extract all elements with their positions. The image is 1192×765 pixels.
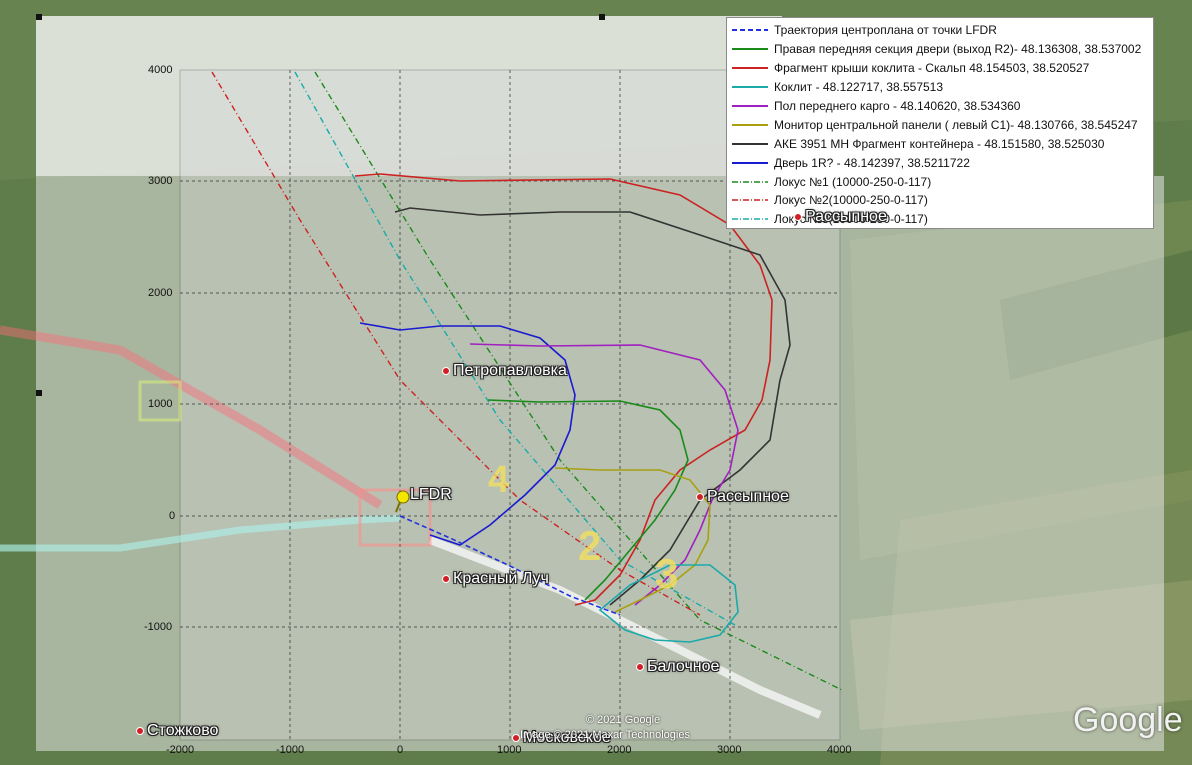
legend-swatch-icon bbox=[732, 180, 768, 183]
legend-swatch-icon bbox=[732, 29, 768, 32]
x-tick-minus-2000: -2000 bbox=[166, 744, 195, 756]
legend-label: АКЕ 3951 МН Фрагмент контейнера - 48.151… bbox=[774, 136, 1105, 151]
legend-item: Фрагмент крыши коклита - Скальп 48.15450… bbox=[732, 59, 1153, 78]
attribution-maxar: Image © 2021 Maxar Technologies bbox=[520, 729, 690, 741]
place-dot-icon bbox=[136, 726, 144, 735]
place-rassypnoe-top[interactable]: Рассыпное bbox=[794, 208, 887, 226]
legend-swatch-icon bbox=[732, 67, 768, 70]
google-logo: Google bbox=[1073, 701, 1183, 739]
legend-item: Локус №1 (10000-250-0-117) bbox=[732, 172, 1153, 191]
legend-label: Правая передняя секция двери (выход R2)-… bbox=[774, 42, 1142, 57]
place-dot-icon bbox=[442, 574, 450, 583]
marker-number-2: 3 bbox=[655, 550, 678, 597]
x-tick-3000: 3000 bbox=[717, 744, 742, 756]
place-lfdr[interactable]: LFDR bbox=[410, 486, 452, 504]
place-krasny-luch[interactable]: Красный Луч bbox=[442, 570, 549, 588]
legend-swatch-icon bbox=[732, 86, 768, 89]
legend: Траектория центроплана от точки LFDR Пра… bbox=[726, 17, 1154, 229]
y-tick-0: 0 bbox=[169, 510, 176, 522]
place-label: Рассыпное bbox=[707, 488, 789, 505]
resize-handle-ml[interactable] bbox=[36, 390, 42, 396]
legend-swatch-icon bbox=[732, 199, 768, 202]
legend-item: Коклит - 48.122717, 38.557513 bbox=[732, 78, 1153, 97]
place-dot-icon bbox=[794, 212, 802, 221]
y-tick-4000: 4000 bbox=[148, 64, 173, 76]
x-tick-minus-1000: -1000 bbox=[276, 744, 305, 756]
place-label: Балочное bbox=[647, 658, 720, 675]
place-label: Петропавловка bbox=[453, 362, 567, 379]
x-tick-0: 0 bbox=[397, 744, 404, 756]
legend-label: Коклит - 48.122717, 38.557513 bbox=[774, 80, 944, 95]
y-tick-2000: 2000 bbox=[148, 287, 173, 299]
place-petropavlovka[interactable]: Петропавловка bbox=[442, 362, 567, 380]
place-label: LFDR bbox=[410, 486, 452, 503]
y-tick-minus-1000: -1000 bbox=[144, 621, 173, 633]
marker-number-3: 4 bbox=[488, 459, 509, 501]
legend-swatch-icon bbox=[732, 142, 768, 145]
place-label: Стожково bbox=[147, 722, 219, 739]
place-label: Красный Луч bbox=[453, 570, 549, 587]
legend-label: Дверь 1R? - 48.142397, 38.5211722 bbox=[774, 155, 970, 170]
x-tick-4000: 4000 bbox=[827, 744, 852, 756]
legend-label: Траектория центроплана от точки LFDR bbox=[774, 23, 997, 38]
place-dot-icon bbox=[636, 662, 644, 671]
legend-swatch-icon bbox=[732, 123, 768, 126]
legend-item: Правая передняя секция двери (выход R2)-… bbox=[732, 40, 1153, 59]
legend-swatch-icon bbox=[732, 218, 768, 221]
legend-label: Фрагмент крыши коклита - Скальп 48.15450… bbox=[774, 61, 1090, 76]
place-rassypnoe[interactable]: Рассыпное bbox=[696, 488, 789, 506]
legend-swatch-icon bbox=[732, 48, 768, 51]
legend-label: Локус №1 (10000-250-0-117) bbox=[774, 174, 932, 189]
place-dot-icon bbox=[442, 366, 450, 375]
y-tick-3000: 3000 bbox=[148, 175, 173, 187]
legend-swatch-icon bbox=[732, 105, 768, 107]
legend-item: Траектория центроплана от точки LFDR bbox=[732, 21, 1153, 40]
y-tick-1000: 1000 bbox=[148, 398, 173, 410]
resize-handle-tl[interactable] bbox=[36, 14, 42, 20]
place-balochnoe[interactable]: Балочное bbox=[636, 658, 719, 676]
place-dot-icon bbox=[696, 492, 704, 501]
attribution-google: © 2021 Google bbox=[586, 714, 661, 726]
legend-item: АКЕ 3951 МН Фрагмент контейнера - 48.151… bbox=[732, 134, 1153, 153]
place-label: Рассыпное bbox=[805, 208, 887, 225]
legend-label: Пол переднего карго - 48.140620, 38.5343… bbox=[774, 99, 1021, 113]
legend-label: Монитор центральной панели ( левый С1)- … bbox=[774, 117, 1138, 132]
marker-number-1: 2 bbox=[578, 522, 601, 569]
place-stozhkovo[interactable]: Стожково bbox=[136, 722, 218, 740]
legend-item: Пол переднего карго - 48.140620, 38.5343… bbox=[732, 97, 1153, 116]
legend-item: Дверь 1R? - 48.142397, 38.5211722 bbox=[732, 153, 1153, 172]
legend-item: Монитор центральной панели ( левый С1)- … bbox=[732, 115, 1153, 134]
place-dot-icon bbox=[512, 733, 520, 742]
legend-swatch-icon bbox=[732, 161, 768, 164]
legend-label: Локус №2(10000-250-0-117) bbox=[774, 193, 928, 208]
resize-handle-tm[interactable] bbox=[599, 14, 605, 20]
